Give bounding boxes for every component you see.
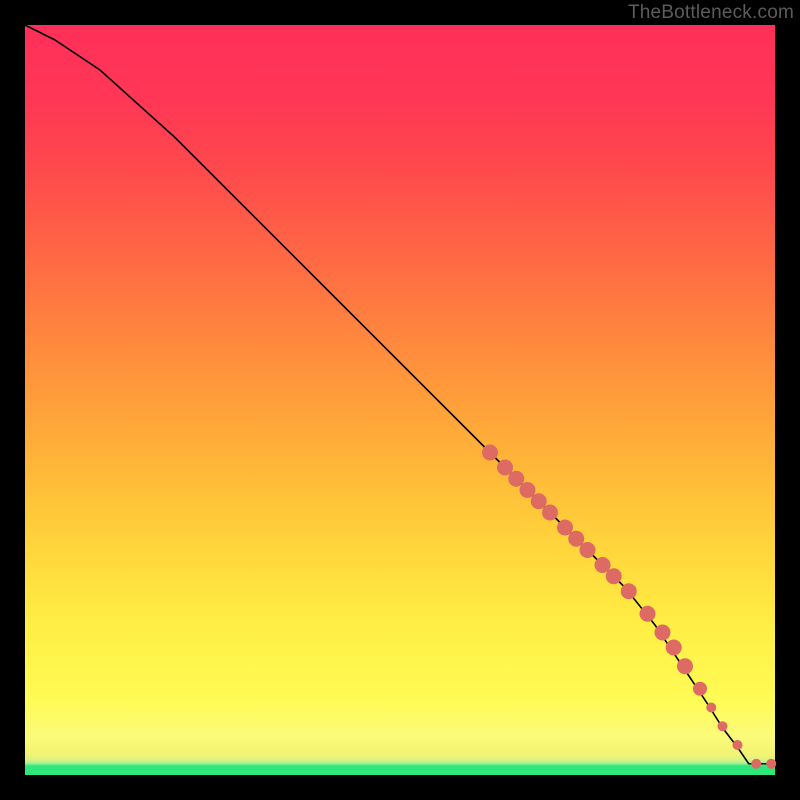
attribution-watermark: TheBottleneck.com <box>628 2 794 24</box>
data-point <box>655 625 671 641</box>
data-point <box>706 703 716 713</box>
data-point <box>666 640 682 656</box>
data-point <box>733 740 743 750</box>
data-point <box>580 542 596 558</box>
data-point <box>677 658 693 674</box>
data-point <box>693 682 707 696</box>
data-point <box>606 568 622 584</box>
chart-svg <box>25 25 775 775</box>
data-point <box>718 721 728 731</box>
plot-area <box>25 25 775 775</box>
data-point <box>621 583 637 599</box>
data-point <box>640 606 656 622</box>
data-points-group <box>482 445 776 769</box>
data-point <box>751 759 761 769</box>
data-point <box>482 445 498 461</box>
data-point <box>542 505 558 521</box>
chart-frame: TheBottleneck.com <box>0 0 800 800</box>
data-point <box>766 759 776 769</box>
bottleneck-curve-line <box>25 25 775 764</box>
